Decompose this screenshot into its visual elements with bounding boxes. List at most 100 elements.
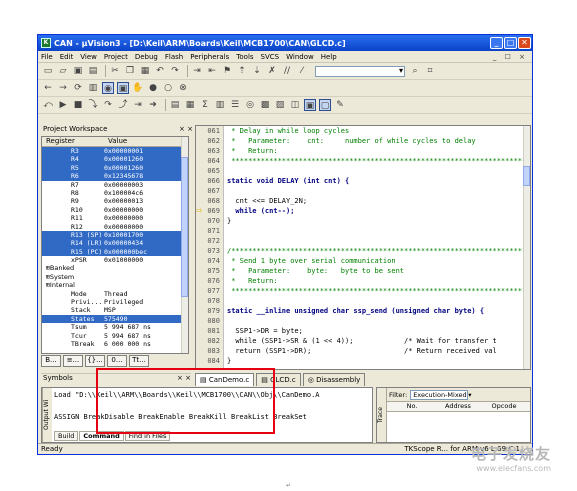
tab-functions[interactable]: {}... xyxy=(85,355,105,367)
find-in-files-icon[interactable]: ⌗ xyxy=(424,65,436,77)
register-row[interactable]: ⊞ System xyxy=(42,273,188,281)
register-row[interactable]: R7 0x00000003 xyxy=(42,181,188,189)
code-line[interactable]: 082 while (SSP1->SR & (1 << 4)); /* Wait… xyxy=(196,336,526,346)
register-row[interactable]: ⊞ Internal xyxy=(42,281,188,289)
code-line[interactable]: 076 * Return: xyxy=(196,276,526,286)
code-line[interactable]: 066 static void DELAY (int cnt) { xyxy=(196,176,526,186)
code-line[interactable]: 079 static __inline unsigned char ssp_sen… xyxy=(196,306,526,316)
symbols-icon[interactable]: Σ xyxy=(199,99,211,111)
disassembly-icon[interactable]: ▦ xyxy=(184,99,196,111)
tab-registers[interactable]: ≡... xyxy=(63,355,83,367)
tab-disassembly[interactable]: ◎ Disassembly xyxy=(302,373,366,386)
editor-scroll-thumb[interactable] xyxy=(523,166,530,186)
code-line[interactable]: 072 xyxy=(196,236,526,246)
run-to-cursor-icon[interactable]: ⇥ xyxy=(132,99,144,111)
tab-build[interactable]: Build xyxy=(54,431,79,441)
save-icon[interactable]: ▣ xyxy=(72,65,84,77)
code-line[interactable]: 067 xyxy=(196,186,526,196)
tab-templates[interactable]: Tt... xyxy=(129,355,149,367)
register-row[interactable]: R9 0x00000013 xyxy=(42,197,188,205)
menu-help[interactable]: Help xyxy=(321,53,337,61)
code-line[interactable]: 080 xyxy=(196,316,526,326)
debug-session-icon[interactable]: ◉ xyxy=(102,82,114,94)
trace-icon[interactable]: ▣ xyxy=(304,99,316,111)
code-line[interactable]: 065 xyxy=(196,166,526,176)
next-bookmark-icon[interactable]: ⇣ xyxy=(251,65,263,77)
minimize-button[interactable]: _ xyxy=(490,37,503,49)
menu-debug[interactable]: Debug xyxy=(135,53,158,61)
command-window-icon[interactable]: ▤ xyxy=(169,99,181,111)
register-row[interactable]: R6 0x12345678 xyxy=(42,172,188,181)
register-row[interactable]: R12 0x00000000 xyxy=(42,223,188,231)
code-line[interactable]: 068 cnt <<= DELAY_2N; xyxy=(196,196,526,206)
step-over-icon[interactable]: ↷ xyxy=(102,99,114,111)
register-row[interactable]: TBreak 6 000 000 ns xyxy=(42,340,188,348)
show-next-statement-icon[interactable]: ➜ xyxy=(147,99,159,111)
open-folder-icon[interactable]: ▱ xyxy=(57,65,69,77)
register-row[interactable]: xPSR 0x01000000 xyxy=(42,256,188,264)
code-line[interactable]: 077 ************************************… xyxy=(196,286,530,296)
menu-flash[interactable]: Flash xyxy=(165,53,183,61)
register-row[interactable]: Stack MSP xyxy=(42,306,188,314)
register-row[interactable]: ⊞ Banked xyxy=(42,264,188,272)
insert-breakpoint-icon[interactable]: ● xyxy=(147,82,159,94)
register-row[interactable]: R10 0x00000000 xyxy=(42,206,188,214)
code-line[interactable]: 078 xyxy=(196,296,526,306)
register-row[interactable]: R5 0x00001260 xyxy=(42,163,188,173)
col-value[interactable]: Value xyxy=(104,137,127,146)
code-line[interactable]: 063 * Return: xyxy=(196,146,526,156)
register-row[interactable]: States 575490 xyxy=(42,314,188,324)
register-row[interactable]: Tcur 5 994 687 ns xyxy=(42,332,188,340)
watch-icon[interactable]: ◎ xyxy=(244,99,256,111)
register-row[interactable]: R3 0x00000001 xyxy=(42,147,188,156)
bookmark-icon[interactable]: ⚑ xyxy=(221,65,233,77)
menu-project[interactable]: Project xyxy=(104,53,128,61)
col-no[interactable]: No. xyxy=(389,402,435,411)
uncomment-icon[interactable]: ⁄ xyxy=(296,65,308,77)
prev-bookmark-icon[interactable]: ⇡ xyxy=(236,65,248,77)
call-stack-icon[interactable]: ☰ xyxy=(229,99,241,111)
menu-edit[interactable]: Edit xyxy=(60,53,74,61)
indent-icon[interactable]: ⇥ xyxy=(191,65,203,77)
unindent-icon[interactable]: ⇤ xyxy=(206,65,218,77)
register-row[interactable]: R4 0x00001260 xyxy=(42,155,188,164)
clear-bookmarks-icon[interactable]: ✗ xyxy=(266,65,278,77)
menu-view[interactable]: View xyxy=(80,53,97,61)
breakpoint-window-icon[interactable]: ▣ xyxy=(117,82,129,94)
comment-icon[interactable]: // xyxy=(281,65,293,77)
menu-file[interactable]: File xyxy=(41,53,53,61)
code-line[interactable]: 084} xyxy=(196,356,526,366)
code-line[interactable]: 071 xyxy=(196,226,526,236)
back-icon[interactable]: ← xyxy=(42,82,54,94)
col-address[interactable]: Address xyxy=(435,402,481,411)
redo-icon[interactable]: ↷ xyxy=(169,65,181,77)
reset-icon[interactable]: ⤺ xyxy=(42,99,54,111)
code-line[interactable]: 070} xyxy=(196,216,526,226)
menu-peripherals[interactable]: Peripherals xyxy=(190,53,229,61)
registers-icon[interactable]: ▥ xyxy=(214,99,226,111)
col-opcode[interactable]: Opcode xyxy=(481,402,527,411)
col-register[interactable]: Register xyxy=(42,137,104,146)
tab-files[interactable]: B... xyxy=(41,355,61,367)
forward-icon[interactable]: → xyxy=(57,82,69,94)
save-all-icon[interactable]: ▤ xyxy=(87,65,99,77)
code-editor[interactable]: 061 * Delay in while loop cycles 062 * Pa… xyxy=(195,125,531,370)
close-button[interactable]: ✕ xyxy=(518,37,531,49)
code-line[interactable]: 081 SSP1->DR = byte; xyxy=(196,326,526,336)
editor-scrollbar[interactable] xyxy=(523,126,530,369)
code-line[interactable]: 083 return (SSP1->DR); /* Return receive… xyxy=(196,346,526,356)
new-file-icon[interactable]: ▭ xyxy=(42,65,54,77)
maximize-button[interactable]: □ xyxy=(504,37,517,49)
register-row[interactable]: R13 (SP) 0x10001700 xyxy=(42,230,188,240)
run-icon[interactable]: ▶ xyxy=(57,99,69,111)
stop-icon[interactable]: ■ xyxy=(72,99,84,111)
project-workspace-close[interactable]: × × xyxy=(179,125,193,136)
cut-icon[interactable]: ✂ xyxy=(109,65,121,77)
menu-window[interactable]: Window xyxy=(286,53,314,61)
menu-svcs[interactable]: SVCS xyxy=(261,53,280,61)
analysis-icon[interactable]: ◫ xyxy=(289,99,301,111)
code-line[interactable]: 062 * Parameter: cnt: number of while cy… xyxy=(196,136,526,146)
menu-tools[interactable]: Tools xyxy=(236,53,253,61)
code-line[interactable]: 074 * Send 1 byte over serial communicat… xyxy=(196,256,526,266)
register-row[interactable]: Tsum 5 994 687 ns xyxy=(42,323,188,331)
